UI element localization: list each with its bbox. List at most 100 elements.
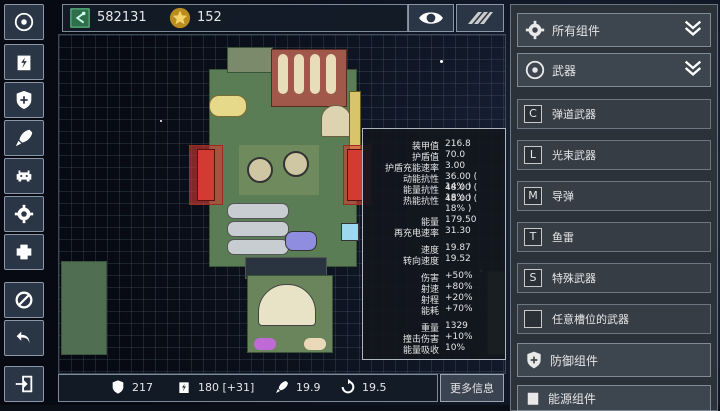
stats-panel: 装甲值 216.8 护盾值 70.0 护盾充能速率 3.00 动能抗性 36.00 ( … (362, 128, 506, 360)
stars-value: 152 (197, 10, 222, 25)
subcategory-ballistic[interactable]: C 弹道武器 (517, 99, 711, 129)
tank-module[interactable] (209, 95, 247, 117)
weapon-module[interactable] (347, 149, 363, 201)
armor-stat: 217 (110, 374, 153, 400)
component-panel: 所有组件 武器 C 弹道武器 L 光束武器 M 导弹 T 鱼雷 S 特殊武器 任意槽位的武… (510, 4, 718, 411)
energy-button[interactable] (4, 44, 44, 80)
category-energy[interactable]: 能源组件 (517, 385, 711, 411)
cylinder-module[interactable] (227, 239, 289, 255)
undo-icon (16, 331, 30, 344)
turn-stat: 19.5 (340, 374, 387, 400)
sensor-module[interactable] (341, 223, 359, 241)
category-label: 防御组件 (550, 353, 599, 368)
gear-icon (525, 20, 545, 40)
gear-module (283, 151, 309, 177)
stat-row-energy-absorb: 能量吸收 10% (402, 343, 466, 356)
exit-button[interactable] (4, 366, 44, 402)
cylinder-module[interactable] (227, 221, 289, 237)
stat-row-shield: 护盾值 70.0 (411, 150, 466, 163)
stat-row-weight: 重量 1329 (420, 321, 468, 334)
speed-stat: 19.9 (274, 374, 321, 400)
stat-row-armor: 装甲值 216.8 (411, 139, 471, 152)
forbidden-icon (15, 291, 33, 309)
gear-module (247, 157, 273, 183)
energy-stat: 180 [+31] (176, 374, 254, 400)
rocket-icon (15, 129, 33, 147)
battery-icon (179, 382, 189, 393)
hull-module[interactable] (227, 47, 273, 73)
rotate-icon (341, 379, 355, 394)
settings-button[interactable] (4, 196, 44, 232)
battery-icon (17, 55, 31, 71)
stat-row-shield-recharge: 护盾充能速率 3.00 (384, 161, 466, 174)
subcategory-any-slot[interactable]: 任意槽位的武器 (517, 304, 711, 334)
engine-block[interactable] (271, 49, 347, 107)
side-hull-left (61, 261, 107, 355)
layers-icon (468, 12, 493, 24)
stat-row-turn-speed: 转向速度 19.52 (402, 254, 471, 267)
engine-button[interactable] (4, 120, 44, 156)
category-label: 武器 (552, 63, 577, 78)
purple-module[interactable] (254, 338, 276, 350)
double-chevron-down-icon (684, 60, 702, 76)
stat-row-energy-cost: 能耗 +70% (420, 304, 473, 317)
shield-button[interactable] (4, 82, 44, 118)
category-weapons[interactable]: 武器 (517, 53, 711, 87)
engine-nozzle (278, 54, 288, 94)
puzzle-icon (16, 244, 32, 260)
stat-row-kinetic-resist: 动能抗性 36.00 ( 14% ) (402, 172, 478, 192)
subcategory-missile[interactable]: M 导弹 (517, 181, 711, 211)
stat-row-heat-resist: 热能抗性 48.00 ( 18% ) (402, 194, 478, 214)
turn-value: 19.5 (362, 380, 387, 394)
view-toggle-button[interactable] (408, 4, 454, 32)
tan-module[interactable] (304, 338, 326, 350)
cockpit-section (247, 275, 333, 353)
stat-row-recharge: 再充电速率 31.30 (393, 226, 471, 239)
engine-nozzle (326, 54, 336, 94)
modules-button[interactable] (4, 234, 44, 270)
stat-row-fire-rate: 射速 +80% (420, 282, 473, 295)
invader-icon (16, 170, 32, 182)
subcategory-special[interactable]: S 特殊武器 (517, 263, 711, 293)
energy-value: 180 [+31] (198, 380, 255, 394)
engine-nozzle (294, 54, 304, 94)
stat-row-range: 射程 +20% (420, 293, 473, 306)
engine-nozzle (310, 54, 320, 94)
shield-icon (527, 351, 541, 369)
category-all-components[interactable]: 所有组件 (517, 13, 711, 47)
drone-button[interactable] (4, 158, 44, 194)
stat-row-ram-damage: 撞击伤害 +10% (402, 332, 473, 345)
more-info-button[interactable]: 更多信息 (440, 374, 504, 402)
core-module[interactable] (239, 145, 319, 195)
shield-generator[interactable] (285, 231, 317, 251)
clear-button[interactable] (4, 282, 44, 318)
stat-row-energy-resist: 能量抗性 48.00 ( 18% ) (402, 183, 478, 203)
double-chevron-down-icon (684, 20, 702, 36)
eye-icon (419, 12, 443, 24)
credits-icon (70, 8, 90, 28)
battery-icon (527, 392, 539, 405)
dome-module[interactable] (321, 105, 351, 137)
cylinder-module[interactable] (227, 203, 289, 219)
layers-button[interactable] (456, 4, 504, 32)
rocket-icon (276, 381, 288, 393)
speed-value: 19.9 (296, 380, 321, 394)
cockpit-dome[interactable] (258, 284, 316, 326)
stat-row-speed: 速度 19.87 (420, 243, 471, 256)
subcategory-torpedo[interactable]: T 鱼雷 (517, 222, 711, 252)
star-icon (169, 7, 191, 29)
stat-row-energy: 能量 179.50 (420, 215, 477, 228)
weapon-module[interactable] (197, 149, 215, 201)
subcategory-beam[interactable]: L 光束武器 (517, 140, 711, 170)
gear-icon (14, 204, 34, 224)
target-button[interactable] (4, 4, 44, 40)
credits-value: 582131 (97, 10, 147, 25)
stat-row-damage: 伤害 +50% (420, 271, 473, 284)
undo-button[interactable] (4, 320, 44, 356)
category-label: 能源组件 (548, 391, 597, 406)
shield-icon (112, 380, 124, 394)
category-defense[interactable]: 防御组件 (517, 343, 711, 377)
armor-value: 217 (132, 380, 153, 394)
crosshair-icon (525, 60, 545, 80)
shield-icon (16, 90, 32, 110)
